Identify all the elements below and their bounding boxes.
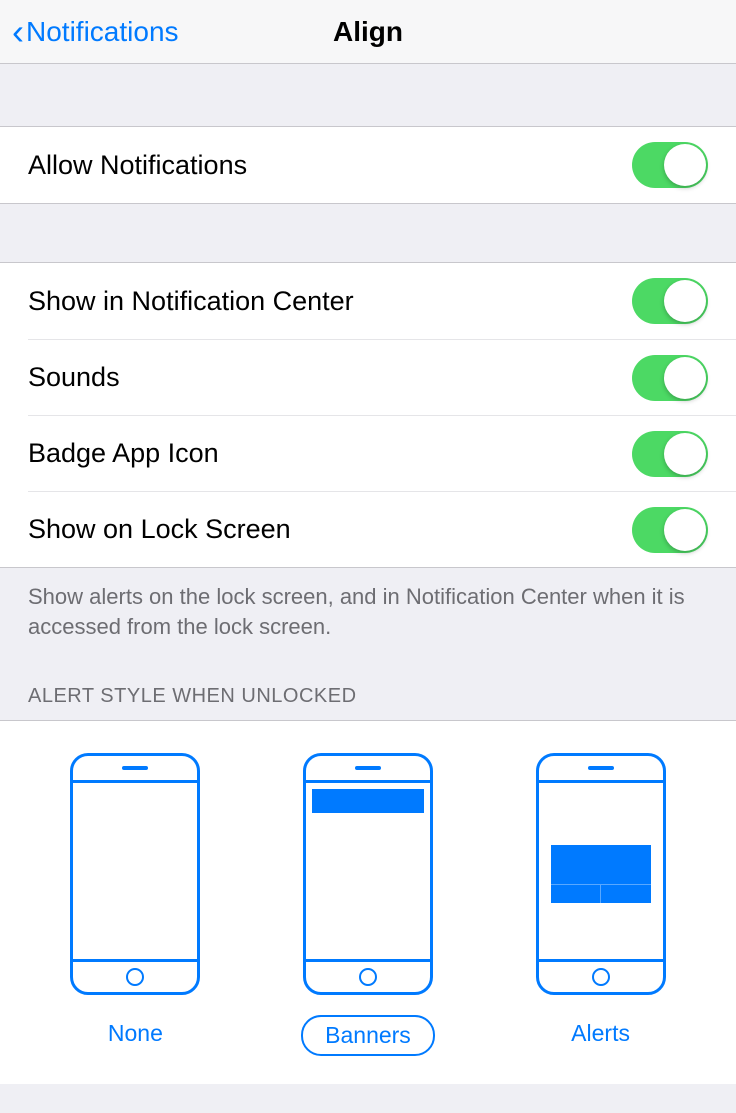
phone-icon-none	[70, 753, 200, 995]
phone-speaker-icon	[588, 766, 614, 770]
home-button-icon	[126, 968, 144, 986]
phone-icon-alerts	[536, 753, 666, 995]
back-label: Notifications	[26, 16, 179, 48]
phone-speaker-icon	[122, 766, 148, 770]
toggle-knob	[664, 357, 706, 399]
notification-center-label: Show in Notification Center	[28, 286, 354, 317]
section-spacer	[0, 204, 736, 262]
notification-center-row: Show in Notification Center	[0, 263, 736, 339]
toggle-knob	[664, 144, 706, 186]
phone-icon-banners	[303, 753, 433, 995]
home-button-icon	[592, 968, 610, 986]
phone-bottom	[306, 962, 430, 992]
notification-center-toggle[interactable]	[632, 278, 708, 324]
chevron-left-icon: ‹	[12, 14, 24, 50]
alert-style-options: None Banners	[0, 753, 736, 1056]
allow-notifications-group: Allow Notifications	[0, 126, 736, 204]
phone-bottom	[539, 962, 663, 992]
notification-options-group: Show in Notification Center Sounds Badge…	[0, 262, 736, 568]
badge-toggle[interactable]	[632, 431, 708, 477]
banner-preview-icon	[312, 789, 424, 813]
phone-top	[73, 756, 197, 780]
sounds-label: Sounds	[28, 362, 120, 393]
lock-screen-row: Show on Lock Screen	[28, 491, 736, 567]
alert-option-banners[interactable]: Banners	[301, 753, 435, 1056]
alert-option-label-banners: Banners	[301, 1015, 435, 1056]
phone-bottom	[73, 962, 197, 992]
navigation-bar: ‹ Notifications Align	[0, 0, 736, 64]
toggle-knob	[664, 509, 706, 551]
allow-notifications-row: Allow Notifications	[0, 127, 736, 203]
phone-speaker-icon	[355, 766, 381, 770]
toggle-knob	[664, 433, 706, 475]
allow-notifications-label: Allow Notifications	[28, 150, 247, 181]
allow-notifications-toggle[interactable]	[632, 142, 708, 188]
alert-style-panel: None Banners	[0, 720, 736, 1084]
home-button-icon	[359, 968, 377, 986]
back-button[interactable]: ‹ Notifications	[0, 14, 179, 50]
alert-option-none[interactable]: None	[70, 753, 200, 1056]
lock-screen-footer: Show alerts on the lock screen, and in N…	[0, 568, 736, 641]
phone-screen	[306, 780, 430, 962]
phone-screen	[73, 780, 197, 962]
sounds-row: Sounds	[28, 339, 736, 415]
page-title: Align	[333, 16, 403, 48]
alert-option-label-none: None	[86, 1015, 185, 1052]
alert-option-label-alerts: Alerts	[549, 1015, 652, 1052]
lock-screen-toggle[interactable]	[632, 507, 708, 553]
phone-top	[539, 756, 663, 780]
lock-screen-label: Show on Lock Screen	[28, 514, 291, 545]
alert-style-header: ALERT STYLE WHEN UNLOCKED	[0, 641, 736, 720]
phone-top	[306, 756, 430, 780]
badge-label: Badge App Icon	[28, 438, 219, 469]
badge-row: Badge App Icon	[28, 415, 736, 491]
alert-option-alerts[interactable]: Alerts	[536, 753, 666, 1056]
section-spacer	[0, 64, 736, 126]
sounds-toggle[interactable]	[632, 355, 708, 401]
phone-screen	[539, 780, 663, 962]
alert-preview-icon	[551, 845, 651, 903]
toggle-knob	[664, 280, 706, 322]
